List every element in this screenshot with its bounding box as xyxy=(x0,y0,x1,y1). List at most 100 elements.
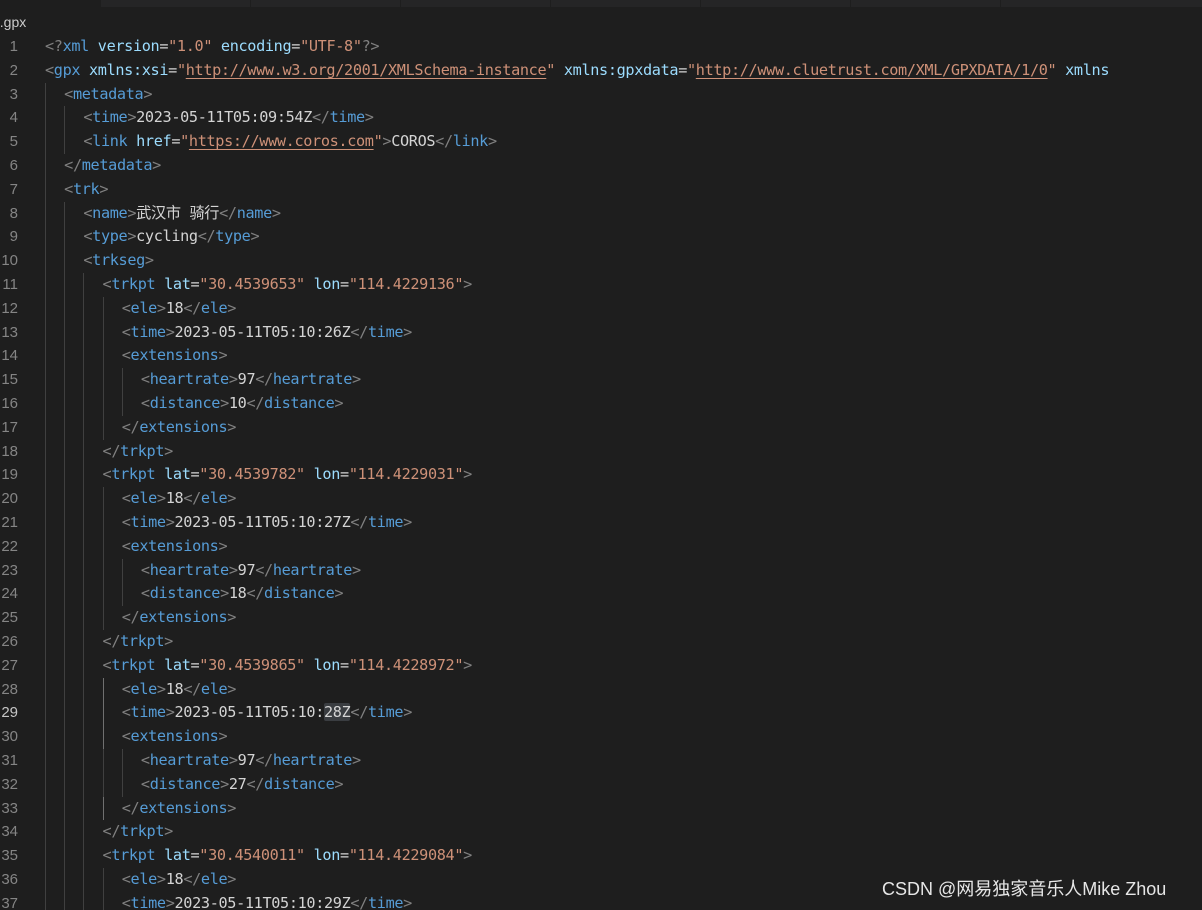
token-tag: time xyxy=(329,108,366,127)
code-line[interactable]: 4 <time>2023-05-11T05:09:54Z</time> xyxy=(0,106,1202,131)
token-text: = xyxy=(291,37,301,55)
code-text[interactable]: <name>武汉市 骑行</name> xyxy=(83,202,281,226)
code-line[interactable]: 35 <trkpt lat="30.4540011" lon="114.42290… xyxy=(0,844,1202,868)
line-number: 19 xyxy=(1,466,18,484)
editor-tab[interactable] xyxy=(0,0,101,7)
editor-tab[interactable] xyxy=(1000,0,1202,7)
editor-tab[interactable] xyxy=(550,0,701,7)
code-text[interactable]: <trk> xyxy=(64,178,108,202)
code-text[interactable]: <extensions> xyxy=(122,344,228,368)
code-line[interactable]: 5 <link href="https://www.coros.com">CORO… xyxy=(0,130,1202,154)
code-line[interactable]: 32 <distance>27</distance> xyxy=(0,772,1202,797)
code-line[interactable]: 16 <distance>10</distance> xyxy=(0,392,1202,416)
code-text[interactable]: <extensions> xyxy=(122,725,228,749)
code-line[interactable]: 13 <time>2023-05-11T05:10:26Z</time> xyxy=(0,320,1202,345)
code-text[interactable]: <heartrate>97</heartrate> xyxy=(141,368,361,392)
indent-guide xyxy=(83,296,85,321)
code-line[interactable]: 3 <metadata> xyxy=(0,82,1202,107)
code-line[interactable]: 10 <trkseg> xyxy=(0,249,1202,273)
code-text[interactable]: </trkpt> xyxy=(103,820,174,844)
editor-tab[interactable] xyxy=(250,0,401,7)
code-text[interactable]: <trkseg> xyxy=(83,249,154,273)
code-line[interactable]: 34 </trkpt> xyxy=(0,820,1202,845)
breadcrumb[interactable]: 1.gpx xyxy=(0,12,26,32)
code-line[interactable]: 6 </metadata> xyxy=(0,154,1202,178)
code-text[interactable]: <time>2023-05-11T05:10:29Z</time> xyxy=(122,892,413,910)
token-p: </ xyxy=(255,370,273,389)
indent-guide xyxy=(102,368,104,392)
indent-guide xyxy=(64,106,66,131)
code-text[interactable]: </extensions> xyxy=(122,606,237,630)
code-text[interactable]: <time>2023-05-11T05:09:54Z</time> xyxy=(83,106,374,130)
code-line[interactable]: 21 <time>2023-05-11T05:10:27Z</time> xyxy=(0,511,1202,535)
code-text[interactable]: <distance>27</distance> xyxy=(141,773,344,797)
token-p: > xyxy=(334,394,344,412)
code-line[interactable]: 23 <heartrate>97</heartrate> xyxy=(0,558,1202,583)
code-text[interactable]: </metadata> xyxy=(64,154,161,178)
code-line[interactable]: 1 <?xml version="1.0" encoding="UTF-8"?> xyxy=(0,35,1202,59)
code-text[interactable]: </extensions> xyxy=(122,416,237,440)
code-line[interactable]: 24 <distance>18</distance> xyxy=(0,582,1202,607)
code-text[interactable]: </extensions> xyxy=(122,797,237,821)
code-line[interactable]: 22 <extensions> xyxy=(0,534,1202,559)
code-text[interactable]: <trkpt lat="30.4539653" lon="114.4229136… xyxy=(103,273,473,297)
token-tag: extensions xyxy=(139,798,228,817)
code-text[interactable]: </trkpt> xyxy=(103,630,174,654)
code-line[interactable]: 19 <trkpt lat="30.4539782" lon="114.42290… xyxy=(0,463,1202,488)
code-line[interactable]: 26 </trkpt> xyxy=(0,630,1202,654)
code-line[interactable]: 20 <ele>18</ele> xyxy=(0,487,1202,511)
indent-guide xyxy=(83,320,85,345)
editor-tab[interactable] xyxy=(850,0,1001,7)
code-text[interactable]: <trkpt lat="30.4539865" lon="114.4228972… xyxy=(103,654,473,678)
breadcrumb-file[interactable]: 1.gpx xyxy=(0,14,26,30)
code-text[interactable]: <trkpt lat="30.4539782" lon="114.4229031… xyxy=(103,463,473,487)
code-line[interactable]: 15 <heartrate>97</heartrate> xyxy=(0,368,1202,392)
code-text[interactable]: <time>2023-05-11T05:10:26Z</time> xyxy=(122,321,413,345)
token-tag: time xyxy=(367,513,404,531)
code-line[interactable]: 18 </trkpt> xyxy=(0,439,1202,464)
token-tag: time xyxy=(130,513,167,531)
editor-tab[interactable] xyxy=(100,0,251,7)
code-text[interactable]: <gpx xmlns:xsi="http://www.w3.org/2001/X… xyxy=(45,59,1109,83)
code-line[interactable]: 33 </extensions> xyxy=(0,796,1202,821)
code-line[interactable]: 7 <trk> xyxy=(0,177,1202,202)
code-text[interactable]: <type>cycling</type> xyxy=(83,225,259,249)
code-line[interactable]: 17 </extensions> xyxy=(0,415,1202,440)
token-tag: time xyxy=(92,108,128,127)
code-text[interactable]: <extensions> xyxy=(122,535,228,559)
code-line[interactable]: 11 <trkpt lat="30.4539653" lon="114.42291… xyxy=(0,273,1202,297)
code-text[interactable]: <heartrate>97</heartrate> xyxy=(141,749,361,773)
code-line[interactable]: 29 <time>2023-05-11T05:10:28Z</time> xyxy=(0,701,1202,726)
code-text[interactable]: <time>2023-05-11T05:10:27Z</time> xyxy=(122,511,413,535)
editor-tab[interactable] xyxy=(400,0,551,7)
code-text[interactable]: <ele>18</ele> xyxy=(122,868,237,892)
token-url: http://www.cluetrust.com/XML/GPXDATA/1/0 xyxy=(695,60,1048,79)
code-line[interactable]: 28 <ele>18</ele> xyxy=(0,677,1202,702)
code-text[interactable]: <time>2023-05-11T05:10:28Z</time> xyxy=(122,701,412,725)
code-text[interactable]: </trkpt> xyxy=(103,440,174,464)
code-line[interactable]: 14 <extensions> xyxy=(0,344,1202,369)
code-line[interactable]: 9 <type>cycling</type> xyxy=(0,225,1202,250)
code-text[interactable]: <metadata> xyxy=(64,83,152,107)
code-line[interactable]: 30 <extensions> xyxy=(0,725,1202,749)
code-line[interactable]: 27 <trkpt lat="30.4539865" lon="114.42289… xyxy=(0,653,1202,678)
code-text[interactable]: <distance>18</distance> xyxy=(141,582,344,606)
code-text[interactable]: <ele>18</ele> xyxy=(122,678,237,702)
code-text[interactable]: <?xml version="1.0" encoding="UTF-8"?> xyxy=(45,35,380,59)
code-text[interactable]: <trkpt lat="30.4540011" lon="114.4229084… xyxy=(103,844,473,868)
code-line[interactable]: 2 <gpx xmlns:xsi="http://www.w3.org/2001/… xyxy=(0,59,1202,83)
code-text[interactable]: <ele>18</ele> xyxy=(122,487,237,511)
code-line[interactable]: 25 </extensions> xyxy=(0,606,1202,630)
code-text[interactable]: <link href="https://www.coros.com">COROS… xyxy=(83,130,497,154)
code-text[interactable]: <distance>10</distance> xyxy=(141,392,344,416)
code-line[interactable]: 12 <ele>18</ele> xyxy=(0,296,1202,321)
token-p: </ xyxy=(183,679,201,698)
code-line[interactable]: 31 <heartrate>97</heartrate> xyxy=(0,749,1202,773)
token-attr: lon xyxy=(313,275,341,293)
token-str: "114.4229031" xyxy=(348,465,464,484)
code-text[interactable]: <ele>18</ele> xyxy=(122,297,237,321)
code-text[interactable]: <heartrate>97</heartrate> xyxy=(141,559,361,583)
code-line[interactable]: 8 <name>武汉市 骑行</name> xyxy=(0,201,1202,226)
code-editor[interactable]: 1 <?xml version="1.0" encoding="UTF-8"?> 2… xyxy=(0,34,1202,910)
editor-tab[interactable] xyxy=(700,0,851,7)
